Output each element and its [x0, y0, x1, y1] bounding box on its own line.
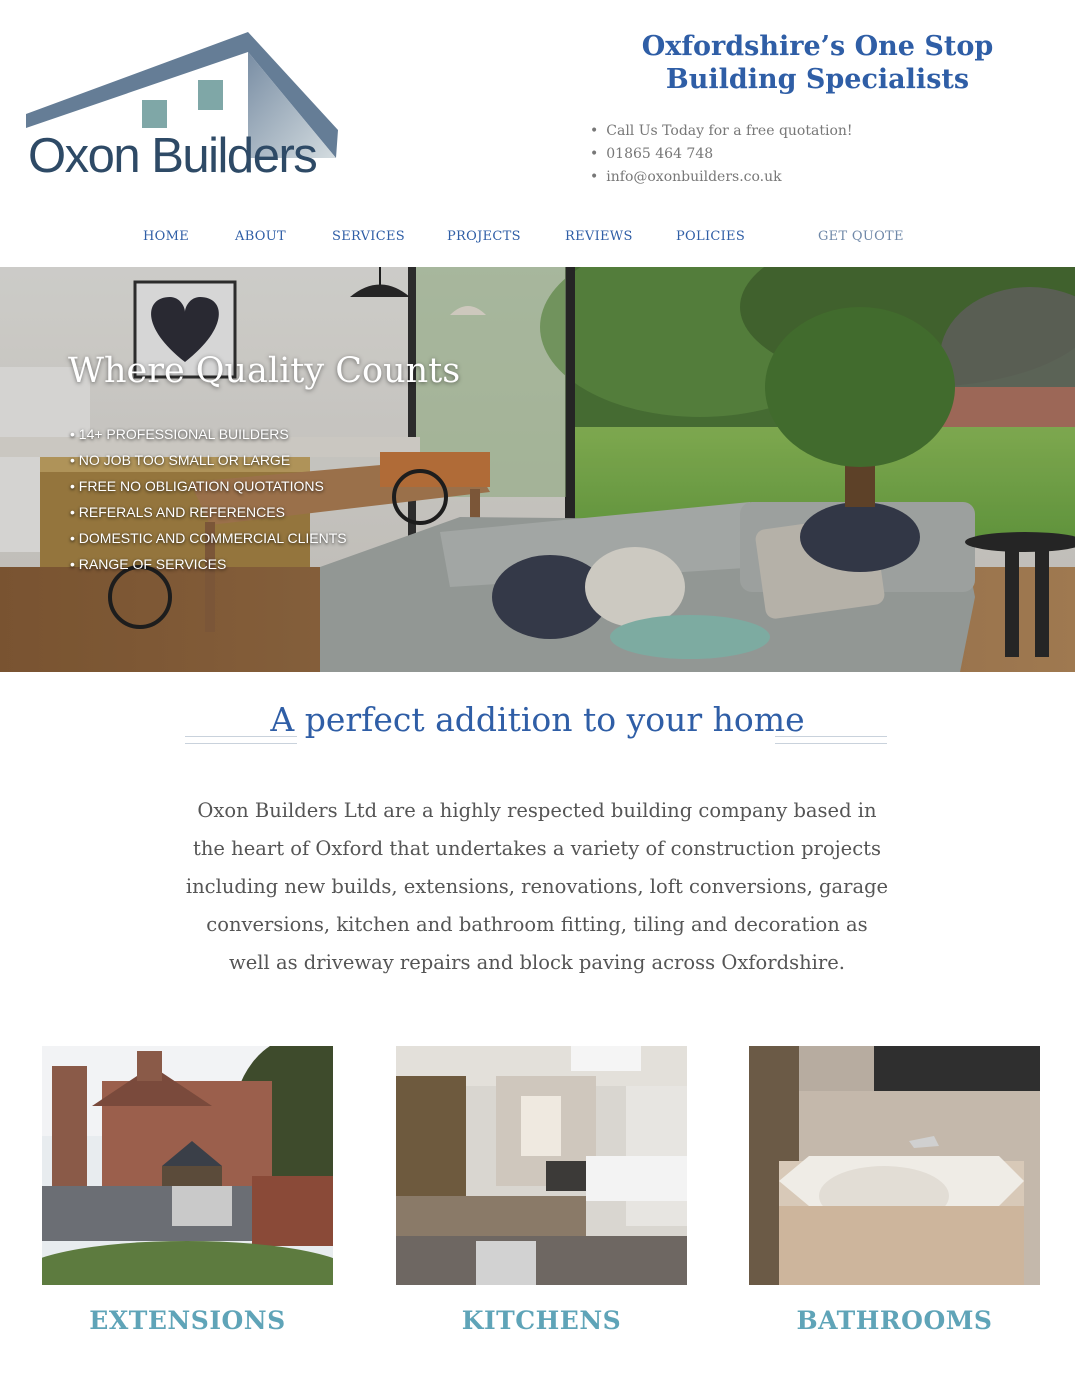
nav-reviews[interactable]: REVIEWS	[565, 229, 633, 244]
title-divider-right	[775, 736, 887, 744]
hero-feature-item: RANGE OF SERVICES	[70, 553, 347, 579]
nav-about[interactable]: ABOUT	[235, 229, 286, 244]
kitchens-image[interactable]	[396, 1046, 687, 1285]
intro-paragraph: Oxon Builders Ltd are a highly respected…	[185, 799, 889, 974]
main-nav: HOME ABOUT SERVICES PROJECTS REVIEWS POL…	[0, 229, 1075, 251]
contact-email[interactable]: info@oxonbuilders.co.uk	[590, 166, 853, 189]
bathrooms-label[interactable]: BATHROOMS	[749, 1306, 1040, 1335]
extensions-label[interactable]: EXTENSIONS	[42, 1306, 333, 1335]
site-logo[interactable]: Oxon Builders	[26, 30, 346, 190]
contact-list: Call Us Today for a free quotation! 0186…	[590, 120, 853, 189]
hero-feature-list: 14+ PROFESSIONAL BUILDERS NO JOB TOO SMA…	[70, 423, 347, 579]
nav-projects[interactable]: PROJECTS	[447, 229, 521, 244]
hero-feature-item: FREE NO OBLIGATION QUOTATIONS	[70, 475, 347, 501]
hero-banner: Where Quality Counts 14+ PROFESSIONAL BU…	[0, 267, 1075, 672]
hero-feature-item: 14+ PROFESSIONAL BUILDERS	[70, 423, 347, 449]
site-tagline: Oxfordshire’s One Stop Building Speciali…	[641, 31, 994, 95]
section-title: A perfect addition to your home	[270, 700, 805, 739]
hero-title: Where Quality Counts	[68, 351, 461, 391]
hero-feature-item: REFERALS AND REFERENCES	[70, 501, 347, 527]
nav-home[interactable]: HOME	[143, 229, 189, 244]
kitchens-label[interactable]: KITCHENS	[396, 1306, 687, 1335]
nav-services[interactable]: SERVICES	[332, 229, 405, 244]
bathrooms-image[interactable]	[749, 1046, 1040, 1285]
nav-policies[interactable]: POLICIES	[676, 229, 745, 244]
hero-feature-item: DOMESTIC AND COMMERCIAL CLIENTS	[70, 527, 347, 553]
extensions-image[interactable]	[42, 1046, 333, 1285]
nav-get-quote[interactable]: GET QUOTE	[818, 229, 904, 244]
logo-wordmark: Oxon Builders	[28, 129, 318, 183]
contact-cta: Call Us Today for a free quotation!	[590, 120, 852, 143]
contact-phone[interactable]: 01865 464 748	[590, 143, 853, 166]
hero-feature-item: NO JOB TOO SMALL OR LARGE	[70, 449, 347, 475]
